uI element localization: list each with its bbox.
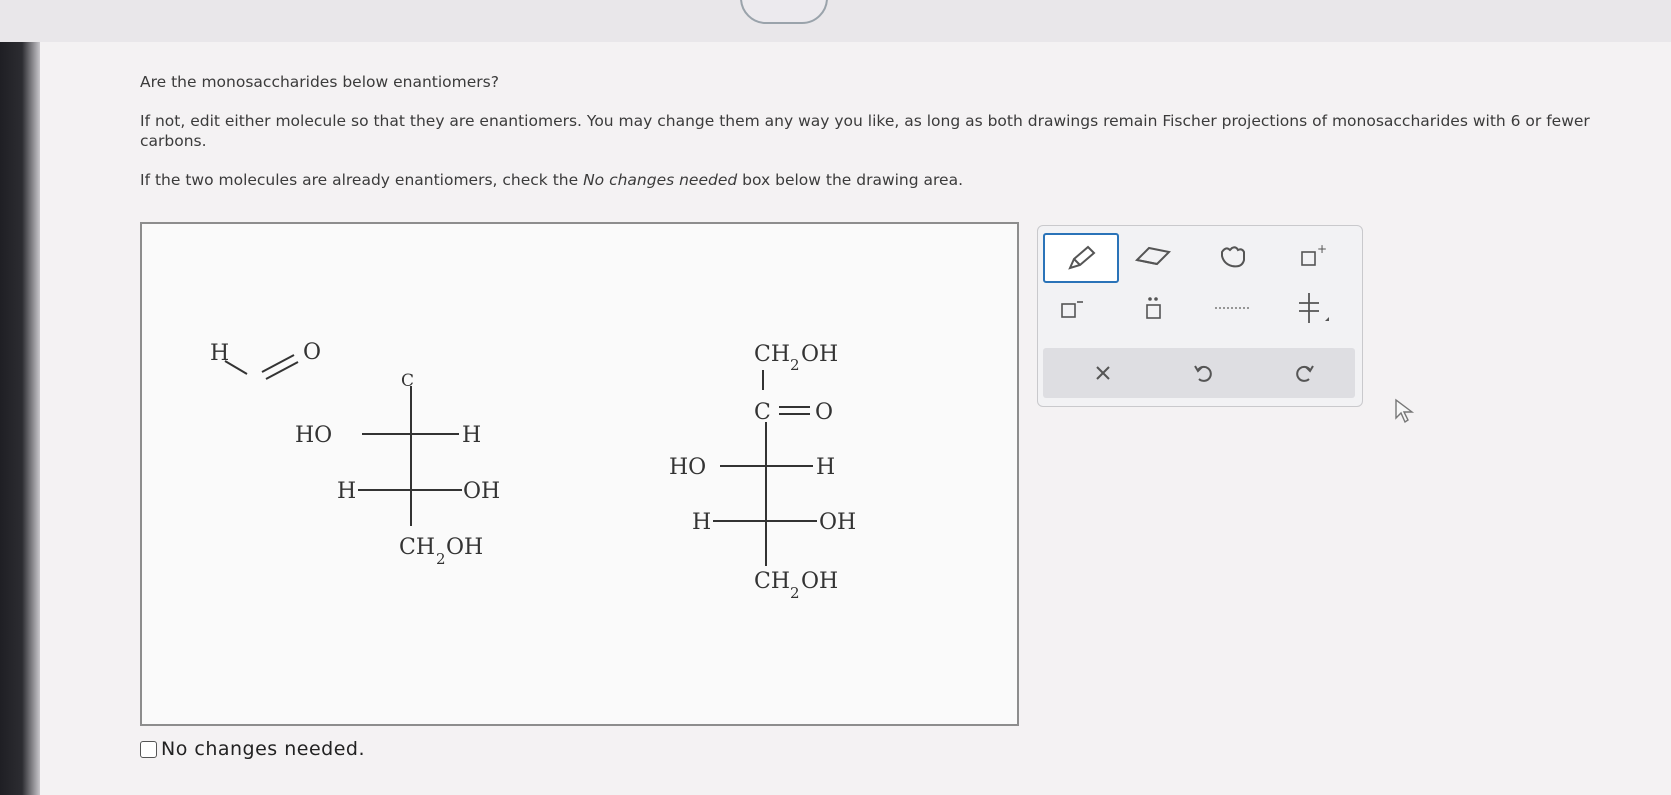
- m1-top-c: C: [401, 371, 414, 391]
- question-instructions: Are the monosaccharides below enantiomer…: [140, 72, 1620, 209]
- m2-bottom-ch: CH: [754, 569, 790, 594]
- m2-row1-right: H: [816, 455, 835, 480]
- line3-text-b: box below the drawing area.: [737, 171, 964, 189]
- m1-row2-left: H: [337, 479, 356, 504]
- m1-row1-right: H: [462, 423, 481, 448]
- clear-icon[interactable]: [1063, 352, 1143, 394]
- step-9[interactable]: 9: [1154, 0, 1163, 2]
- m2-carbonyl-c: C: [754, 400, 771, 425]
- step-3[interactable]: 3: [393, 0, 402, 2]
- drawing-toolbar: +: [1037, 225, 1363, 407]
- mouse-pointer-icon: [1394, 398, 1416, 428]
- drawing-area[interactable]: H C O HO H H OH CH 2 OH CH 2 OH C O HO H…: [140, 222, 1019, 726]
- pencil-icon[interactable]: [1043, 233, 1119, 283]
- hand-icon[interactable]: [1203, 234, 1263, 278]
- step-10[interactable]: 10: [1278, 0, 1296, 2]
- m1-row2-right: OH: [463, 479, 500, 504]
- m1-bottom-ch: CH: [399, 535, 435, 560]
- step-5[interactable]: 5: [668, 0, 677, 2]
- eraser-icon[interactable]: [1123, 234, 1183, 278]
- stereo-bond-icon[interactable]: [1283, 286, 1343, 330]
- m1-row1-left: HO: [295, 423, 332, 448]
- m1-double-bond-a: [261, 354, 295, 373]
- step-6[interactable]: 6: [790, 0, 799, 2]
- m2-bottom-oh: OH: [801, 569, 838, 594]
- m1-bottom-sub: 2: [436, 550, 446, 568]
- m2-row1-left: HO: [669, 455, 706, 480]
- m2-top-oh: OH: [801, 342, 838, 367]
- action-bar: [1043, 348, 1355, 398]
- step-11[interactable]: 11: [1408, 0, 1426, 2]
- current-step-indicator[interactable]: [740, 0, 828, 24]
- radical-dots-icon[interactable]: [1203, 286, 1263, 330]
- m1-bottom-oh: OH: [446, 535, 483, 560]
- charge-plus-icon[interactable]: +: [1283, 234, 1343, 278]
- no-changes-label[interactable]: No changes needed.: [161, 738, 365, 760]
- m2-row2-left: H: [692, 510, 711, 535]
- m1-double-bond-b: [265, 361, 299, 380]
- step-2[interactable]: 2: [243, 0, 252, 2]
- undo-icon[interactable]: [1163, 352, 1243, 394]
- m2-top-sub: 2: [790, 356, 800, 374]
- step-4[interactable]: 4: [543, 0, 552, 2]
- question-line-1: Are the monosaccharides below enantiomer…: [140, 73, 499, 91]
- redo-icon[interactable]: [1265, 352, 1345, 394]
- m2-top-ch: CH: [754, 342, 790, 367]
- question-line-2: If not, edit either molecule so that the…: [140, 112, 1590, 150]
- m2-row2-right: OH: [819, 510, 856, 535]
- screen-edge: [0, 0, 40, 795]
- charge-minus-icon[interactable]: [1043, 286, 1103, 330]
- progress-steps-bar: 2 3 4 5 6 7 8 9 10 11: [0, 0, 1671, 42]
- m1-top-o: O: [303, 340, 321, 365]
- no-changes-needed-option[interactable]: No changes needed.: [140, 738, 365, 760]
- step-7[interactable]: 7: [908, 0, 917, 2]
- line3-emphasis: No changes needed: [583, 171, 738, 189]
- svg-text:+: +: [1317, 243, 1327, 256]
- m1-top-h: H: [210, 341, 229, 366]
- question-line-3: If the two molecules are already enantio…: [140, 170, 1620, 190]
- fischer-projections: H C O HO H H OH CH 2 OH CH 2 OH C O HO H…: [210, 340, 856, 602]
- m2-bottom-sub: 2: [790, 584, 800, 602]
- step-8[interactable]: 8: [1034, 0, 1043, 2]
- m2-carbonyl-o: O: [815, 400, 833, 425]
- no-changes-checkbox[interactable]: [140, 740, 157, 758]
- lone-pair-icon[interactable]: [1123, 286, 1183, 330]
- line3-text-a: If the two molecules are already enantio…: [140, 171, 584, 189]
